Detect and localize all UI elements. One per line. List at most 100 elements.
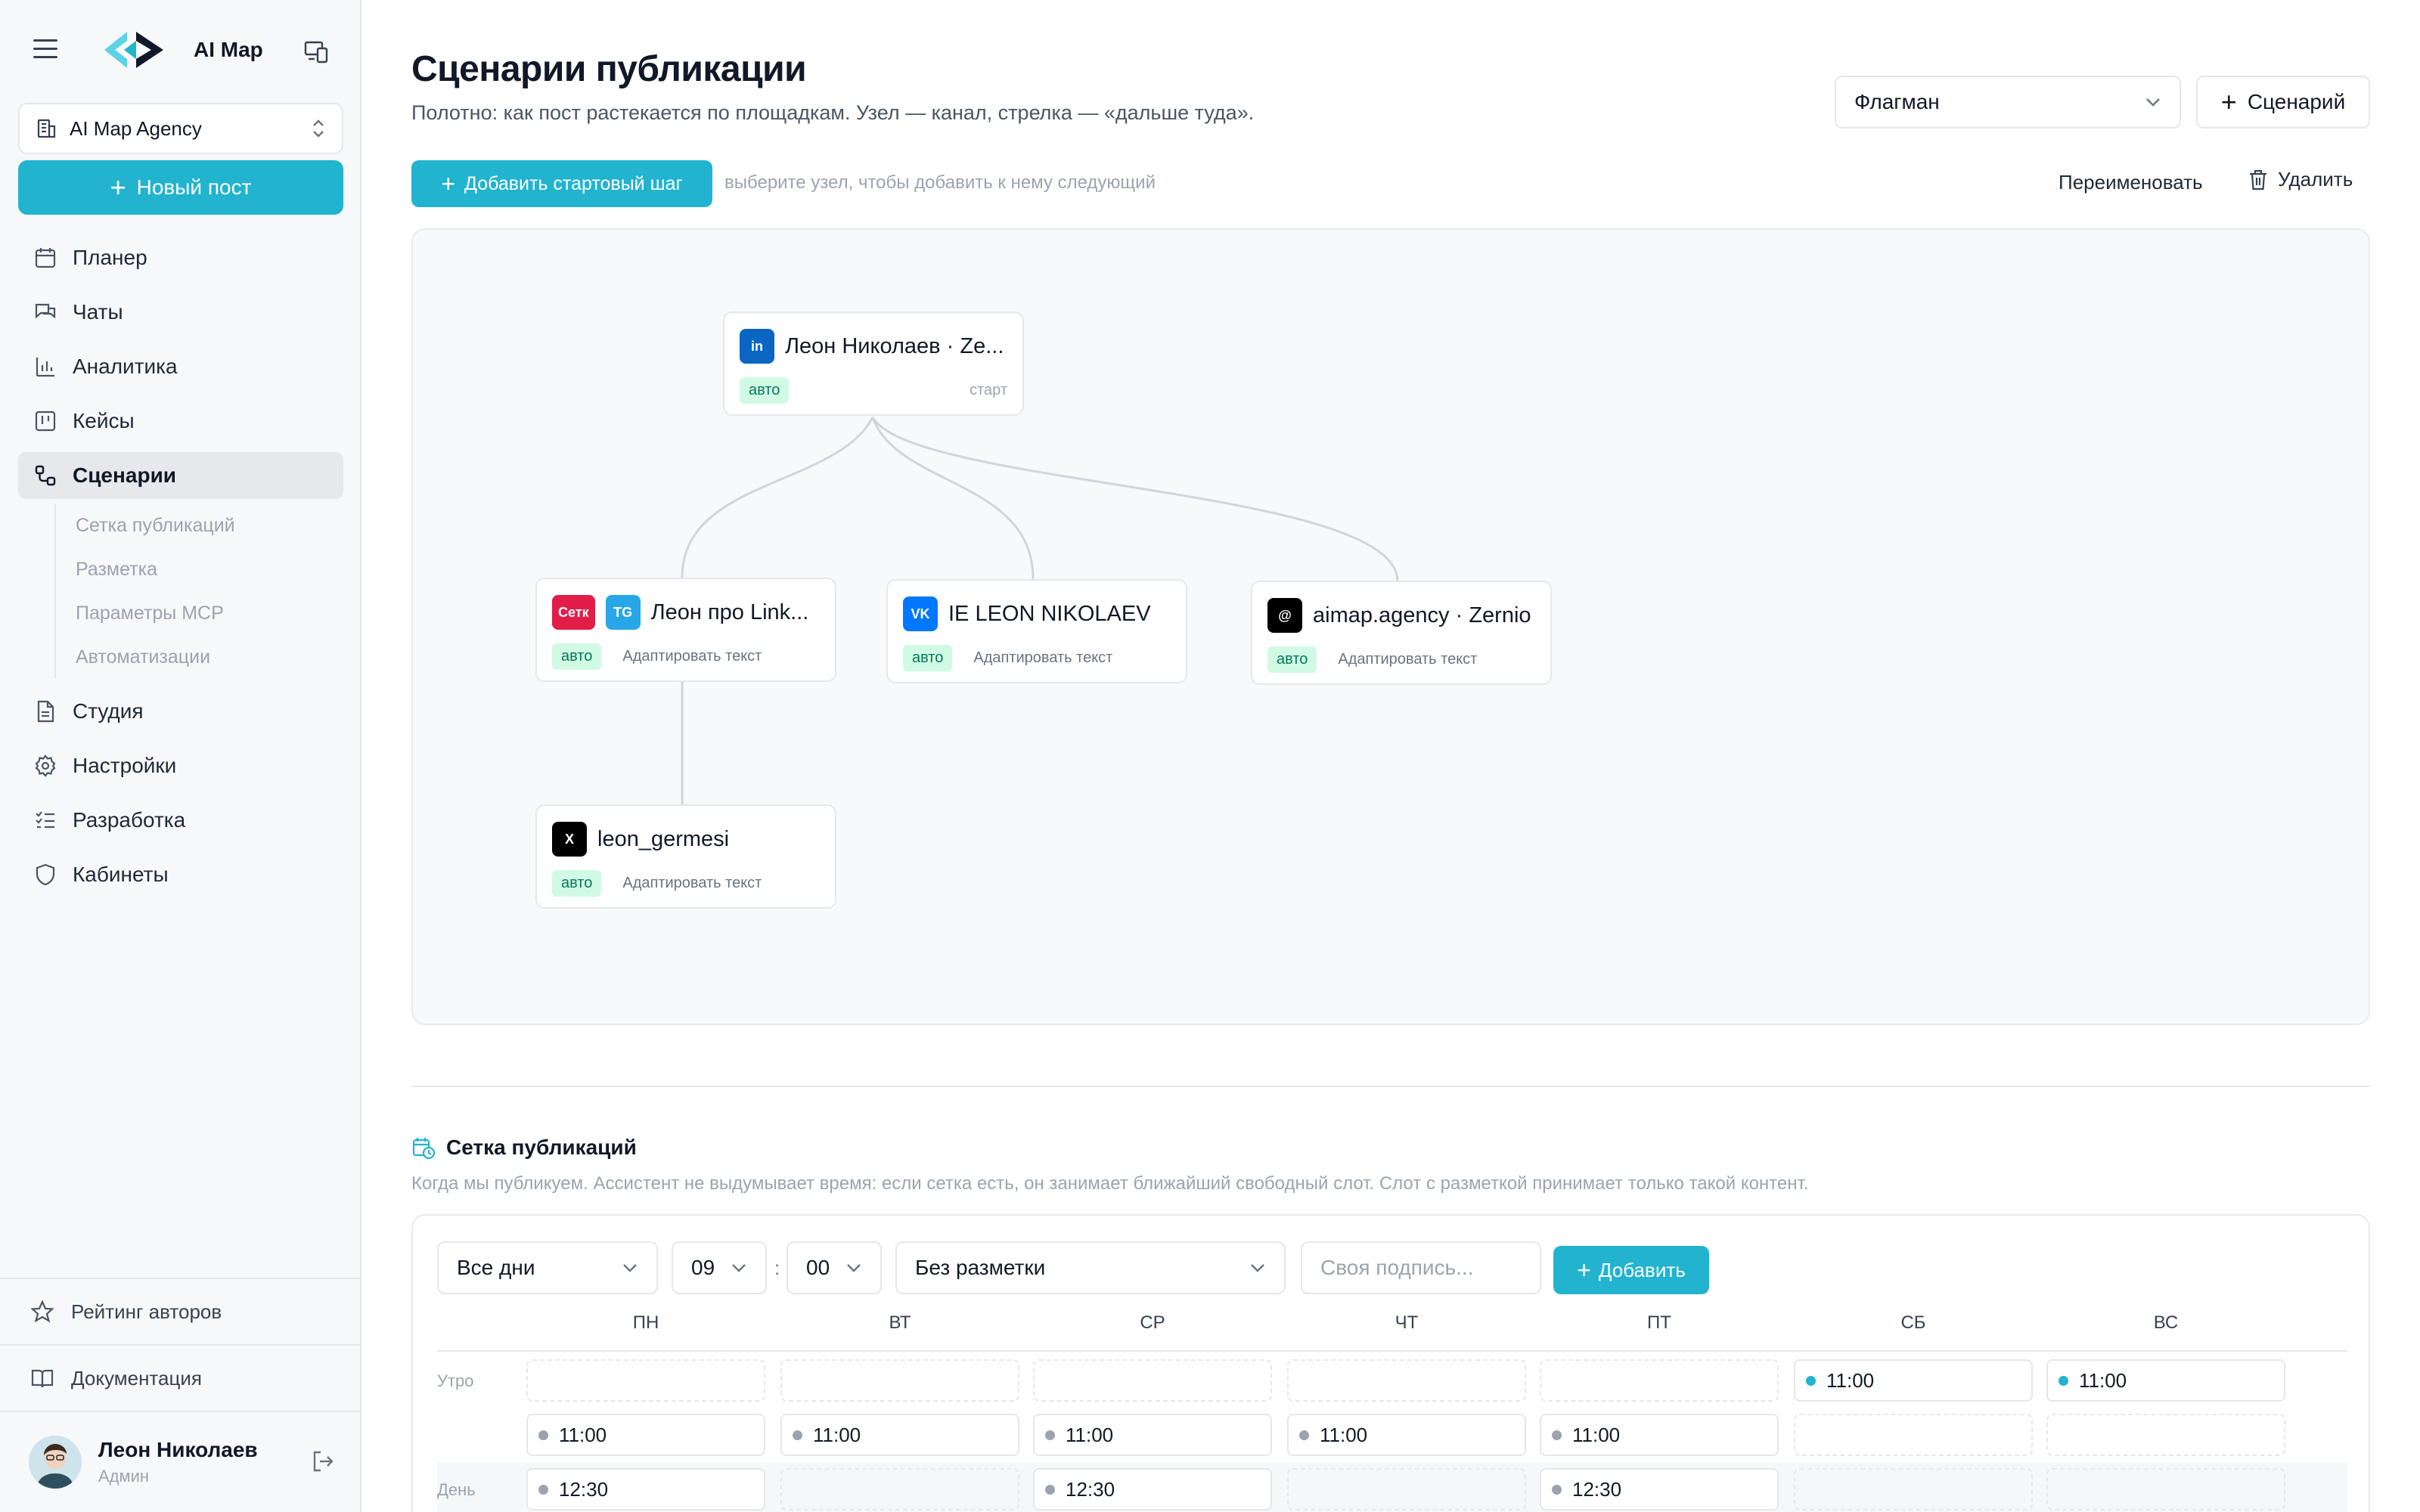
scenario-canvas[interactable]: in Леон Николаев · Ze... авто старт Сетк… [411,228,2370,1025]
devices-icon[interactable] [302,38,330,65]
node-title: Леон Николаев · Ze... [785,333,1004,358]
caption-input[interactable]: Своя подпись... [1301,1241,1541,1294]
documentation-link[interactable]: Документация [0,1344,361,1411]
adapt-text-label: Адаптировать текст [622,647,762,665]
header-divider [437,1350,2347,1352]
nav-chats-label: Чаты [73,300,123,324]
section-divider [411,1086,2370,1087]
nav-development[interactable]: Разработка [18,797,343,844]
vk-icon: VK [903,596,938,631]
documentation-label: Документация [71,1366,202,1390]
scenario-node[interactable]: in Леон Николаев · Ze... авто старт [723,311,1024,416]
calendar-clock-icon [412,1138,436,1160]
main-content: Сценарии публикации Полотно: как пост ра… [361,0,2420,1512]
time-slot[interactable]: 11:00 [1033,1414,1272,1456]
nav-settings[interactable]: Настройки [18,742,343,789]
day-sun: ВС [2153,1312,2179,1333]
publication-grid: Все дни 09 : 00 Без разметки Своя подпис… [411,1214,2370,1512]
time-slot[interactable]: 12:30 [1033,1468,1272,1510]
time-slot[interactable]: 12:30 [1540,1468,1779,1510]
plus-icon: + [2220,86,2237,117]
empty-slot[interactable] [2046,1468,2285,1510]
grid-title-label: Сетка публикаций [446,1136,637,1159]
day-mon: ПН [632,1312,659,1333]
nav-cases[interactable]: Кейсы [18,398,343,445]
scenario-node[interactable]: X leon_germesi авто Адаптировать текст [535,804,836,909]
node-title: Леон про Link... [650,600,809,624]
nav-analytics[interactable]: Аналитика [18,343,343,390]
logout-icon[interactable] [310,1448,336,1474]
chevron-updown-icon [313,119,324,138]
subnav-automations[interactable]: Автоматизации [76,635,343,679]
scenario-node[interactable]: @ aimap.agency · Zernio авто Адаптироват… [1251,581,1552,685]
empty-slot[interactable] [1287,1359,1526,1402]
nav-studio[interactable]: Студия [18,688,343,735]
user-profile[interactable]: Леон Николаев Админ [0,1411,361,1512]
new-post-button[interactable]: + Новый пост [18,160,343,215]
rename-button[interactable]: Переименовать [2059,171,2203,194]
authors-rating-link[interactable]: Рейтинг авторов [0,1278,361,1344]
minute-select[interactable]: 00 [786,1241,882,1294]
slot-time: 11:00 [1320,1423,1368,1446]
building-icon [37,119,56,138]
days-select[interactable]: Все дни [437,1241,658,1294]
empty-slot[interactable] [526,1359,765,1402]
app-name: AI Map [194,38,263,61]
subnav-markup[interactable]: Разметка [76,547,343,591]
sidebar-footer: Рейтинг авторов Документация Леон Никола… [0,1278,361,1512]
subnav-mcp-params[interactable]: Параметры MCP [76,591,343,635]
time-slot[interactable]: 11:00 [780,1414,1019,1456]
nav-development-label: Разработка [73,808,186,832]
avatar [29,1436,82,1489]
hour-select[interactable]: 09 [672,1241,767,1294]
nav-planner[interactable]: Планер [18,234,343,281]
nav-settings-label: Настройки [73,754,177,777]
slot-status-dot [1552,1484,1562,1495]
scenario-node[interactable]: Сетк TG Леон про Link... авто Адаптирова… [535,578,836,682]
auto-badge: авто [552,869,602,897]
delete-button[interactable]: Удалить [2248,168,2353,191]
markup-select[interactable]: Без разметки [895,1241,1286,1294]
sidebar: AI Map AI Map Agency + Новый пост Планер… [0,0,361,1512]
scenario-select[interactable]: Флагман [1835,76,2181,129]
time-slot[interactable]: 12:30 [526,1468,765,1510]
edge-root-threads [871,417,1399,581]
scenario-node[interactable]: VK IE LEON NIKOLAEV авто Адаптировать те… [886,579,1187,683]
add-slot-button[interactable]: + Добавить [1553,1246,1709,1294]
empty-slot[interactable] [1033,1359,1272,1402]
workspace-switcher[interactable]: AI Map Agency [18,103,343,154]
time-slot[interactable]: 11:00 [1794,1359,2033,1402]
time-slot[interactable]: 11:00 [1287,1414,1526,1456]
time-slot[interactable]: 11:00 [1540,1414,1779,1456]
time-slot[interactable]: 11:00 [2046,1359,2285,1402]
menu-icon[interactable] [33,39,57,60]
slot-status-dot [2059,1375,2068,1386]
nav-cases-label: Кейсы [73,409,135,432]
empty-slot[interactable] [1794,1414,2033,1456]
adapt-text-label: Адаптировать текст [973,649,1113,666]
caption-placeholder: Своя подпись... [1320,1256,1474,1279]
empty-slot[interactable] [780,1359,1019,1402]
empty-slot[interactable] [1794,1468,2033,1510]
slot-time: 12:30 [1066,1477,1115,1501]
grid-subtitle: Когда мы публикуем. Ассистент не выдумыв… [411,1173,1809,1194]
nav-cabinets[interactable]: Кабинеты [18,851,343,898]
empty-slot[interactable] [1287,1468,1526,1510]
empty-slot[interactable] [780,1468,1019,1510]
gear-icon [35,754,56,777]
weekday-header: ПН ВТ СР ЧТ ПТ СБ ВС [413,1312,2372,1343]
chevron-down-icon [847,1264,861,1272]
scenario-select-value: Флагман [1854,90,1940,113]
slot-status-dot [538,1430,548,1440]
new-scenario-button[interactable]: + Сценарий [2196,76,2370,129]
subnav-publication-grid[interactable]: Сетка публикаций [76,503,343,547]
empty-slot[interactable] [1540,1359,1779,1402]
add-start-step-button[interactable]: + Добавить стартовый шаг [411,160,712,207]
time-slot[interactable]: 11:00 [526,1414,765,1456]
day-fri: ПТ [1647,1312,1671,1333]
nav-scenarios[interactable]: Сценарии [18,452,343,499]
workspace-name: AI Map Agency [70,116,202,140]
nav-chats[interactable]: Чаты [18,289,343,336]
list-check-icon [36,811,54,829]
empty-slot[interactable] [2046,1414,2285,1456]
